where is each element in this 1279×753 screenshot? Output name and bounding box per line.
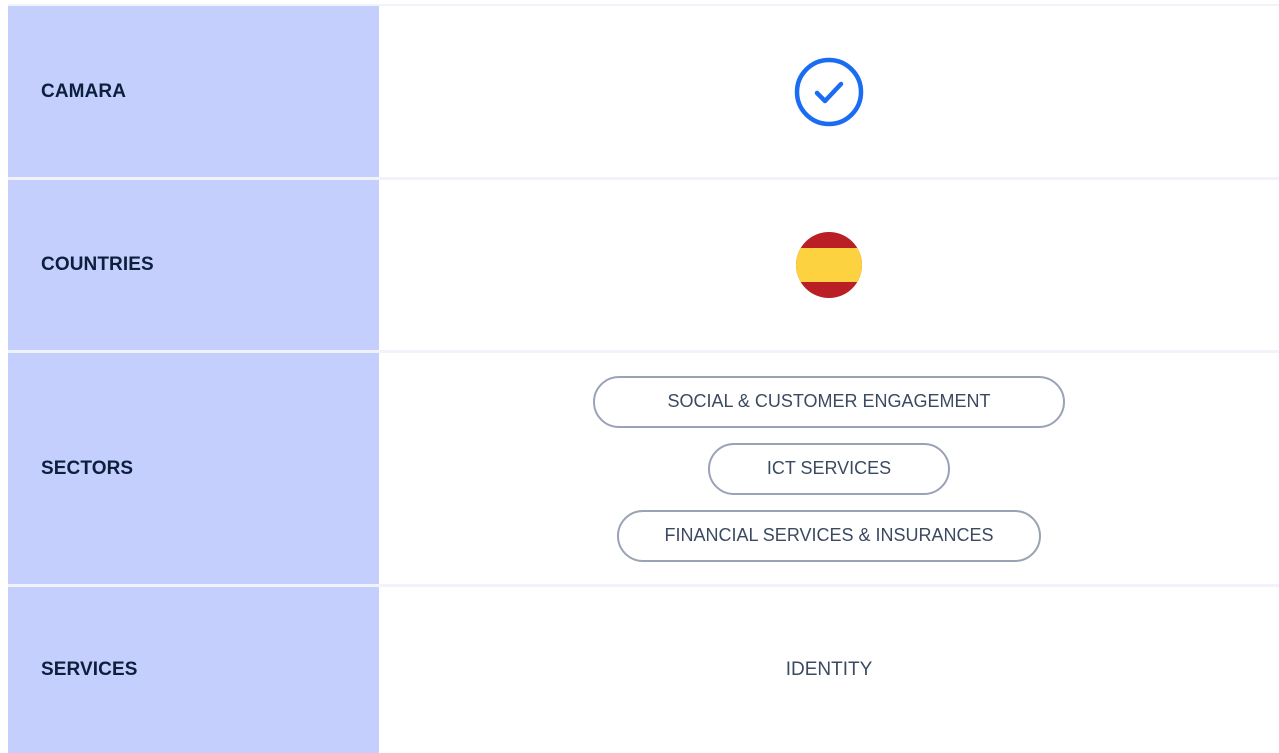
table-row-services: SERVICES IDENTITY bbox=[8, 587, 1279, 753]
row-value-services: IDENTITY bbox=[379, 587, 1279, 753]
service-value: IDENTITY bbox=[785, 659, 873, 680]
row-label-sectors: SECTORS bbox=[8, 353, 379, 584]
table-row-sectors: SECTORS SOCIAL & CUSTOMER ENGAGEMENT ICT… bbox=[8, 353, 1279, 587]
row-value-sectors: SOCIAL & CUSTOMER ENGAGEMENT ICT SERVICE… bbox=[379, 353, 1279, 584]
row-label-camara: CAMARA bbox=[8, 6, 379, 177]
table-row-countries: COUNTRIES bbox=[8, 180, 1279, 353]
row-label-services: SERVICES bbox=[8, 587, 379, 753]
row-value-countries bbox=[379, 180, 1279, 350]
sector-chip[interactable]: ICT SERVICES bbox=[708, 442, 950, 495]
sector-chip[interactable]: SOCIAL & CUSTOMER ENGAGEMENT bbox=[593, 375, 1065, 428]
row-label-countries: COUNTRIES bbox=[8, 180, 379, 350]
spain-flag-icon bbox=[796, 232, 862, 298]
sector-chip[interactable]: FINANCIAL SERVICES & INSURANCES bbox=[617, 509, 1041, 562]
table-row-camara: CAMARA bbox=[8, 6, 1279, 180]
row-value-camara bbox=[379, 6, 1279, 177]
info-table: CAMARA COUNTRIES SECTORS SOCIAL & CUSTOM… bbox=[8, 4, 1279, 753]
check-circle-icon bbox=[794, 57, 864, 126]
